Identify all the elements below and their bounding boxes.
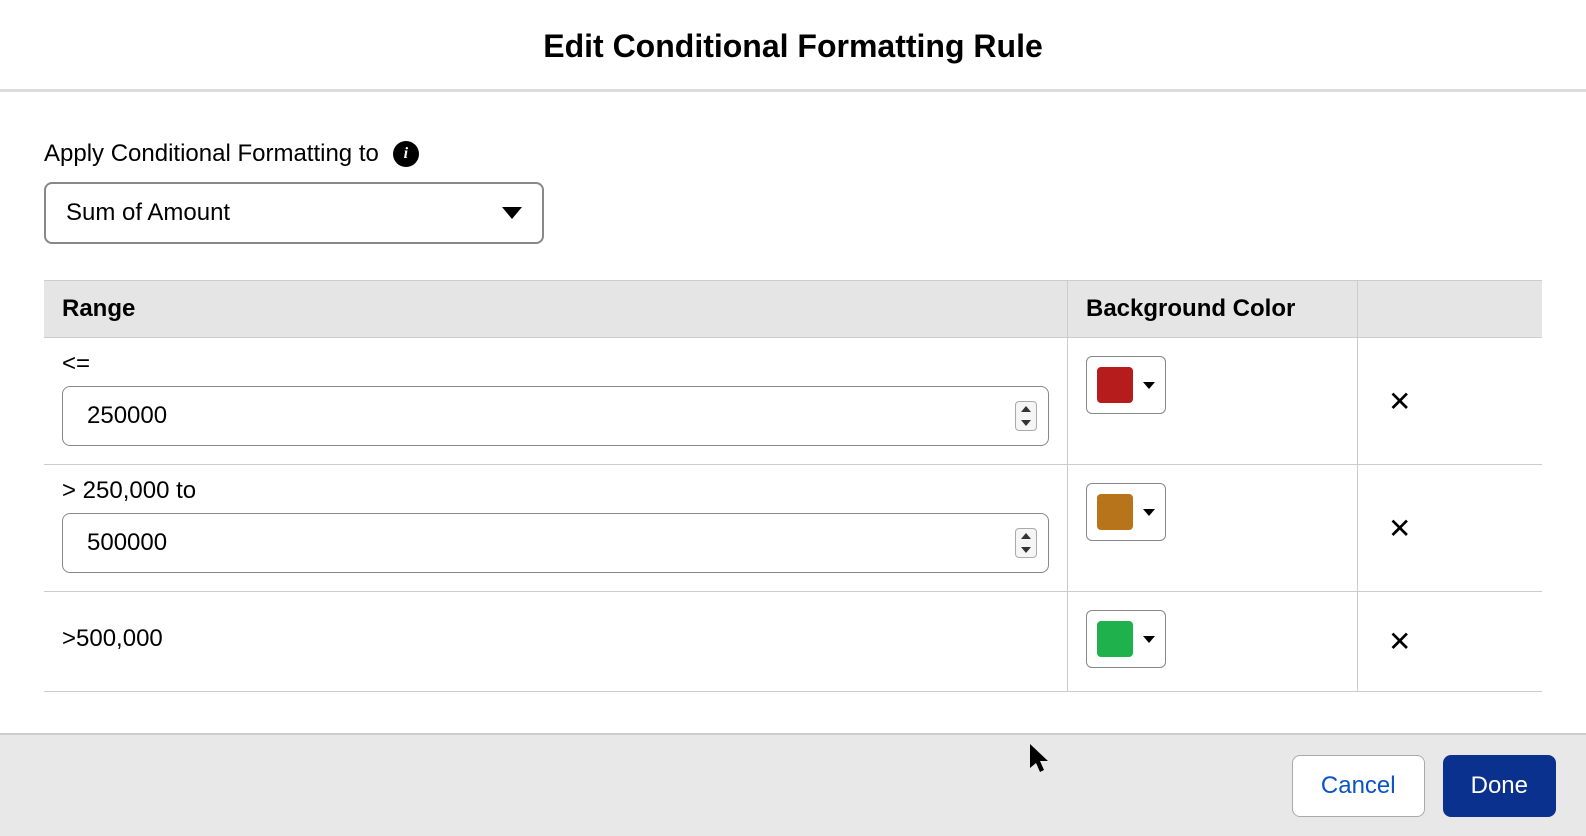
cell-bg-color [1067, 592, 1357, 691]
close-icon: ✕ [1388, 386, 1411, 417]
info-icon[interactable]: i [393, 141, 419, 167]
cell-range: > 250,000 to [44, 465, 1067, 591]
color-swatch [1097, 367, 1133, 403]
color-picker-button[interactable] [1086, 356, 1166, 414]
chevron-up-icon [1021, 406, 1031, 412]
column-header-range: Range [44, 281, 1067, 337]
stepper-up-button[interactable] [1018, 403, 1034, 415]
dialog-title: Edit Conditional Formatting Rule [0, 28, 1586, 65]
cancel-button[interactable]: Cancel [1292, 755, 1425, 817]
remove-row-button[interactable]: ✕ [1388, 385, 1411, 418]
chevron-up-icon [1021, 533, 1031, 539]
cell-range: >500,000 [44, 592, 1067, 691]
chevron-down-icon [1143, 636, 1155, 643]
number-stepper [1015, 528, 1037, 558]
stepper-down-button[interactable] [1018, 417, 1034, 429]
column-header-actions [1357, 281, 1542, 337]
number-input-wrap [62, 513, 1049, 573]
dialog-header: Edit Conditional Formatting Rule [0, 0, 1586, 92]
cell-range: <= [44, 338, 1067, 464]
range-value-input[interactable] [62, 386, 1049, 446]
chevron-down-icon [1143, 382, 1155, 389]
dialog-content: Apply Conditional Formatting to i Sum of… [0, 92, 1586, 692]
color-swatch [1097, 494, 1133, 530]
chevron-down-icon [502, 207, 522, 219]
cell-action: ✕ [1357, 465, 1542, 591]
table-header-row: Range Background Color [44, 280, 1542, 338]
column-header-bg-color: Background Color [1067, 281, 1357, 337]
done-button[interactable]: Done [1443, 755, 1556, 817]
table-row: > 250,000 to ✕ [44, 465, 1542, 592]
remove-row-button[interactable]: ✕ [1388, 625, 1411, 658]
color-picker-button[interactable] [1086, 610, 1166, 668]
apply-to-select[interactable]: Sum of Amount [44, 182, 544, 244]
number-stepper [1015, 401, 1037, 431]
stepper-up-button[interactable] [1018, 530, 1034, 542]
color-swatch [1097, 621, 1133, 657]
close-icon: ✕ [1388, 626, 1411, 657]
range-value-input[interactable] [62, 513, 1049, 573]
remove-row-button[interactable]: ✕ [1388, 512, 1411, 545]
dialog-footer: Cancel Done [0, 733, 1586, 836]
chevron-down-icon [1021, 547, 1031, 553]
cell-bg-color [1067, 338, 1357, 464]
chevron-down-icon [1021, 420, 1031, 426]
cell-action: ✕ [1357, 338, 1542, 464]
apply-to-label-row: Apply Conditional Formatting to i [44, 140, 1542, 168]
apply-to-selected-value: Sum of Amount [66, 199, 230, 227]
range-operator-label: <= [62, 350, 1049, 378]
table-row: <= ✕ [44, 338, 1542, 465]
range-operator-label: >500,000 [62, 625, 1049, 653]
range-operator-label: > 250,000 to [62, 477, 1049, 505]
cell-bg-color [1067, 465, 1357, 591]
number-input-wrap [62, 386, 1049, 446]
color-picker-button[interactable] [1086, 483, 1166, 541]
stepper-down-button[interactable] [1018, 544, 1034, 556]
table-row: >500,000 ✕ [44, 592, 1542, 692]
close-icon: ✕ [1388, 513, 1411, 544]
chevron-down-icon [1143, 509, 1155, 516]
cell-action: ✕ [1357, 592, 1542, 691]
rules-table: Range Background Color <=✕> 250,000 to✕>… [44, 280, 1542, 692]
apply-to-label: Apply Conditional Formatting to [44, 140, 379, 168]
